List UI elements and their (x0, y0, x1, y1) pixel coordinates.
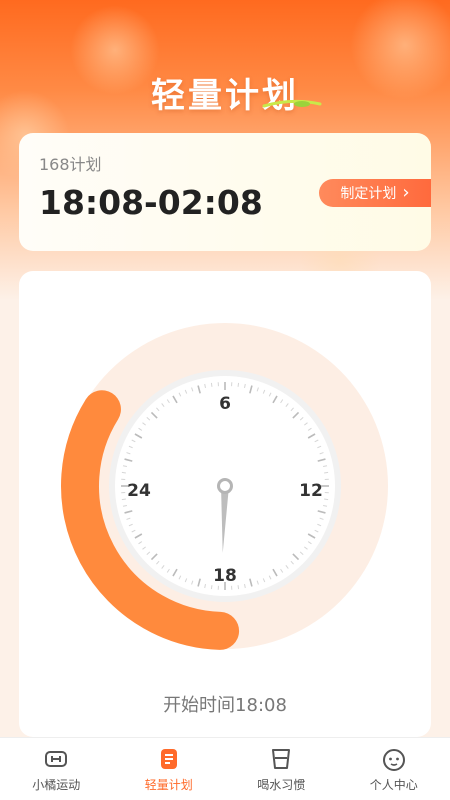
tab-label: 轻量计划 (144, 778, 193, 792)
clock-dial: 6 12 18 24 (61, 323, 388, 650)
make-plan-button[interactable]: 制定计划 › (319, 179, 431, 207)
start-time-label: 开始时间18:08 (163, 695, 287, 716)
bottom-tab-bar: 小橘运动 轻量计划 喝水习惯 个人中心 (0, 737, 450, 800)
clock-tick (237, 585, 240, 590)
tab-water[interactable]: 喝水习惯 (225, 738, 338, 800)
clock-tick (237, 382, 240, 387)
clock-label-left: 24 (127, 481, 151, 501)
leaf-icon (262, 99, 322, 108)
sport-icon (45, 751, 68, 767)
tab-sport[interactable]: 小橘运动 (0, 738, 113, 800)
clock-card: 6 12 18 24 开始时间18:08 (19, 271, 431, 737)
face-icon (382, 749, 405, 771)
page-title: 轻量计划 (151, 76, 299, 116)
clock-tick (210, 585, 213, 590)
clock-tick (210, 382, 213, 387)
clock-label-top: 6 (219, 394, 231, 414)
tab-profile[interactable]: 个人中心 (338, 738, 450, 800)
cup-icon (272, 749, 291, 769)
plan-icon (160, 749, 177, 769)
tab-plan[interactable]: 轻量计划 (113, 738, 226, 800)
clock-label-right: 12 (299, 481, 323, 501)
tab-label: 个人中心 (369, 778, 418, 792)
chevron-right-icon: › (402, 182, 410, 203)
clock-tick (324, 471, 329, 474)
tab-label: 喝水习惯 (257, 778, 306, 792)
plan-card: 168计划 18:08-02:08 制定计划 › (19, 133, 431, 251)
clock-tick (121, 498, 126, 501)
tab-label: 小橘运动 (32, 778, 81, 792)
make-plan-label: 制定计划 (340, 186, 397, 202)
clock-label-bottom: 18 (213, 566, 237, 586)
clock-tick (324, 498, 329, 501)
plan-time-range: 18:08-02:08 (39, 183, 263, 222)
clock-tick (121, 471, 126, 474)
plan-name: 168计划 (39, 155, 102, 174)
